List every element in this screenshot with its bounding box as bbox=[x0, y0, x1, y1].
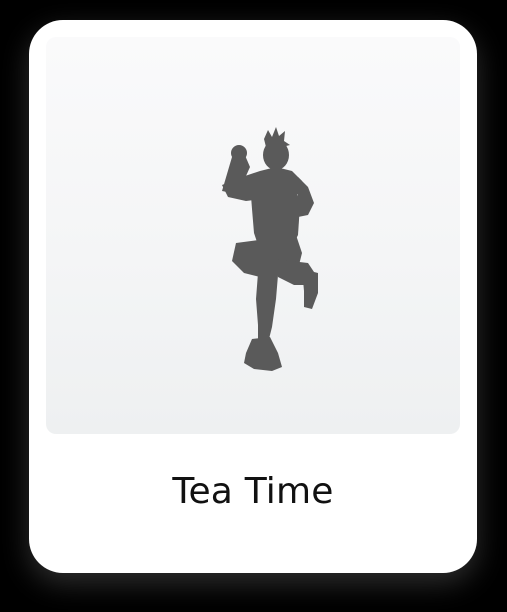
dancer-silhouette-icon bbox=[222, 127, 318, 371]
move-thumbnail bbox=[46, 37, 460, 434]
move-card[interactable]: Tea Time bbox=[29, 20, 477, 573]
card-title: Tea Time bbox=[172, 471, 334, 512]
